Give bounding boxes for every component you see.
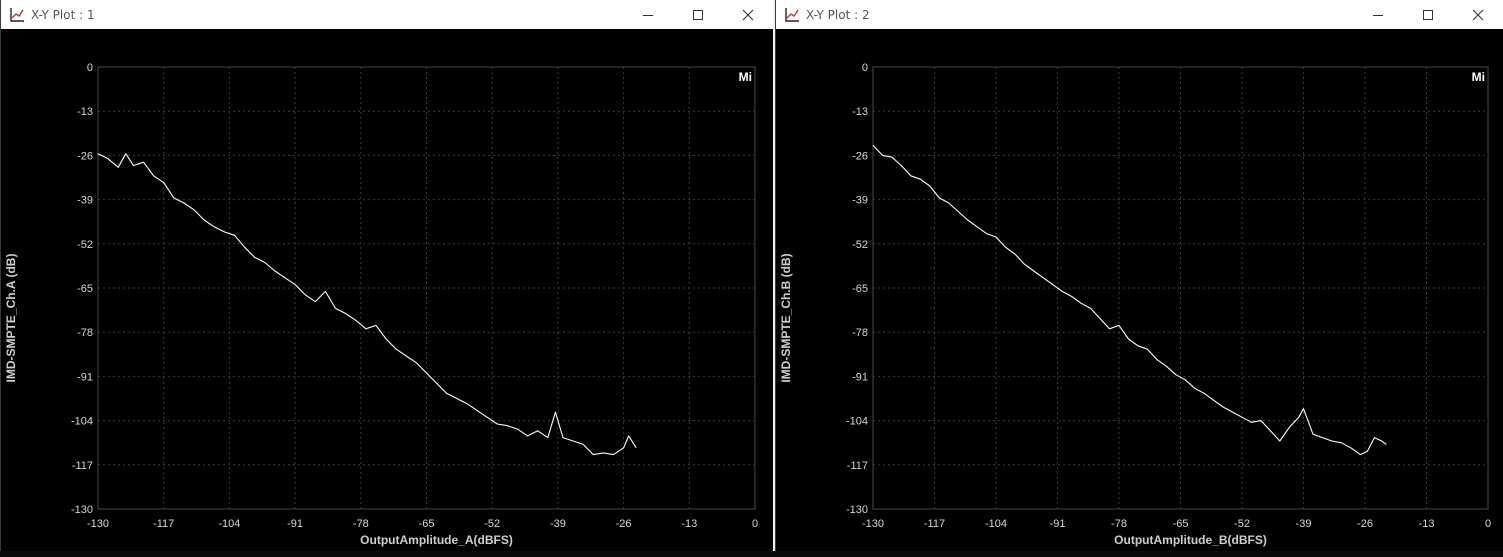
x-tick-label: -117 bbox=[924, 518, 945, 530]
y-tick-label: -26 bbox=[77, 150, 93, 162]
x-tick-label: -78 bbox=[353, 518, 369, 530]
y-tick-label: -117 bbox=[847, 460, 868, 472]
close-icon bbox=[742, 9, 754, 20]
y-tick-label: -65 bbox=[77, 283, 93, 295]
maximize-icon bbox=[1423, 9, 1433, 20]
x-tick-label: -13 bbox=[1419, 518, 1435, 530]
minimize-icon bbox=[643, 14, 653, 16]
y-tick-label: -39 bbox=[77, 195, 93, 207]
window-title: X-Y Plot : 2 bbox=[806, 7, 870, 22]
y-tick-label: -78 bbox=[852, 327, 868, 339]
x-tick-label: -65 bbox=[419, 518, 435, 530]
xy-plot-window-1: X-Y Plot : 1 -130 -117 -104 -91 -78 -65 -52 -39… bbox=[0, 0, 773, 557]
x-tick-label: 0 bbox=[752, 518, 758, 530]
y-tick-label: -13 bbox=[852, 106, 868, 118]
close-button[interactable] bbox=[1453, 0, 1503, 29]
minimize-button[interactable] bbox=[623, 0, 673, 29]
title-bar[interactable]: X-Y Plot : 1 bbox=[1, 0, 773, 29]
x-tick-label: -26 bbox=[1357, 518, 1373, 530]
x-tick-label: -26 bbox=[616, 518, 632, 530]
y-tick-label: -117 bbox=[72, 460, 93, 472]
y-tick-label: -13 bbox=[77, 106, 93, 118]
xy-plot-window-2: X-Y Plot : 2 -130 -117 -104 -91 -78 -65 -52 -39… bbox=[775, 0, 1503, 557]
y-axis-label: IMD-SMPTE_Ch.A (dB) bbox=[4, 254, 18, 383]
x-tick-label: -91 bbox=[287, 518, 303, 530]
xy-plot-chart[interactable]: -130 -117 -104 -91 -78 -65 -52 -39 -26 -13 00-13-2… bbox=[776, 29, 1503, 551]
y-tick-label: -52 bbox=[852, 239, 868, 251]
y-tick-label: -91 bbox=[77, 371, 93, 383]
x-tick-label: -78 bbox=[1111, 518, 1127, 530]
title-bar[interactable]: X-Y Plot : 2 bbox=[776, 0, 1503, 29]
x-tick-label: -39 bbox=[1296, 518, 1312, 530]
y-tick-label: -78 bbox=[77, 327, 93, 339]
close-button[interactable] bbox=[723, 0, 773, 29]
y-tick-label: 0 bbox=[87, 62, 93, 74]
y-axis-label: IMD-SMPTE_Ch.B (dB) bbox=[779, 253, 793, 382]
minimize-icon bbox=[1373, 14, 1383, 16]
x-tick-label: -65 bbox=[1173, 518, 1189, 530]
x-tick-label: -13 bbox=[681, 518, 697, 530]
x-tick-label: -52 bbox=[1234, 518, 1250, 530]
y-tick-label: 0 bbox=[862, 62, 868, 74]
x-tick-label: -91 bbox=[1050, 518, 1066, 530]
xy-plot-app-icon bbox=[785, 7, 799, 22]
maximize-button[interactable] bbox=[673, 0, 723, 29]
legend-menu-button[interactable]: Mi bbox=[739, 70, 752, 84]
y-tick-label: -130 bbox=[846, 504, 868, 516]
y-tick-label: -39 bbox=[852, 195, 868, 207]
x-tick-label: -117 bbox=[153, 518, 174, 530]
maximize-button[interactable] bbox=[1403, 0, 1453, 29]
x-tick-label: -130 bbox=[862, 518, 884, 530]
y-tick-label: -130 bbox=[71, 504, 93, 516]
minimize-button[interactable] bbox=[1353, 0, 1403, 29]
x-axis-label: OutputAmplitude_B(dBFS) bbox=[1114, 533, 1267, 547]
x-tick-label: -104 bbox=[985, 518, 1007, 530]
x-tick-label: -39 bbox=[550, 518, 566, 530]
x-tick-label: 0 bbox=[1485, 518, 1491, 530]
y-tick-label: -104 bbox=[71, 416, 93, 428]
x-tick-label: -52 bbox=[484, 518, 500, 530]
x-tick-label: -130 bbox=[87, 518, 109, 530]
xy-plot-chart[interactable]: -130 -117 -104 -91 -78 -65 -52 -39 -26 -13 00-13-2… bbox=[1, 29, 773, 551]
maximize-icon bbox=[693, 9, 703, 20]
y-tick-label: -65 bbox=[852, 283, 868, 295]
x-tick-label: -104 bbox=[218, 518, 240, 530]
close-icon bbox=[1472, 9, 1484, 20]
y-tick-label: -26 bbox=[852, 150, 868, 162]
y-tick-label: -91 bbox=[852, 371, 868, 383]
xy-plot-app-icon bbox=[10, 7, 24, 22]
window-title: X-Y Plot : 1 bbox=[31, 7, 95, 22]
x-axis-label: OutputAmplitude_A(dBFS) bbox=[360, 533, 513, 547]
legend-menu-button[interactable]: Mi bbox=[1472, 70, 1485, 84]
y-tick-label: -52 bbox=[77, 239, 93, 251]
y-tick-label: -104 bbox=[846, 416, 868, 428]
bottom-edge bbox=[0, 551, 1503, 557]
